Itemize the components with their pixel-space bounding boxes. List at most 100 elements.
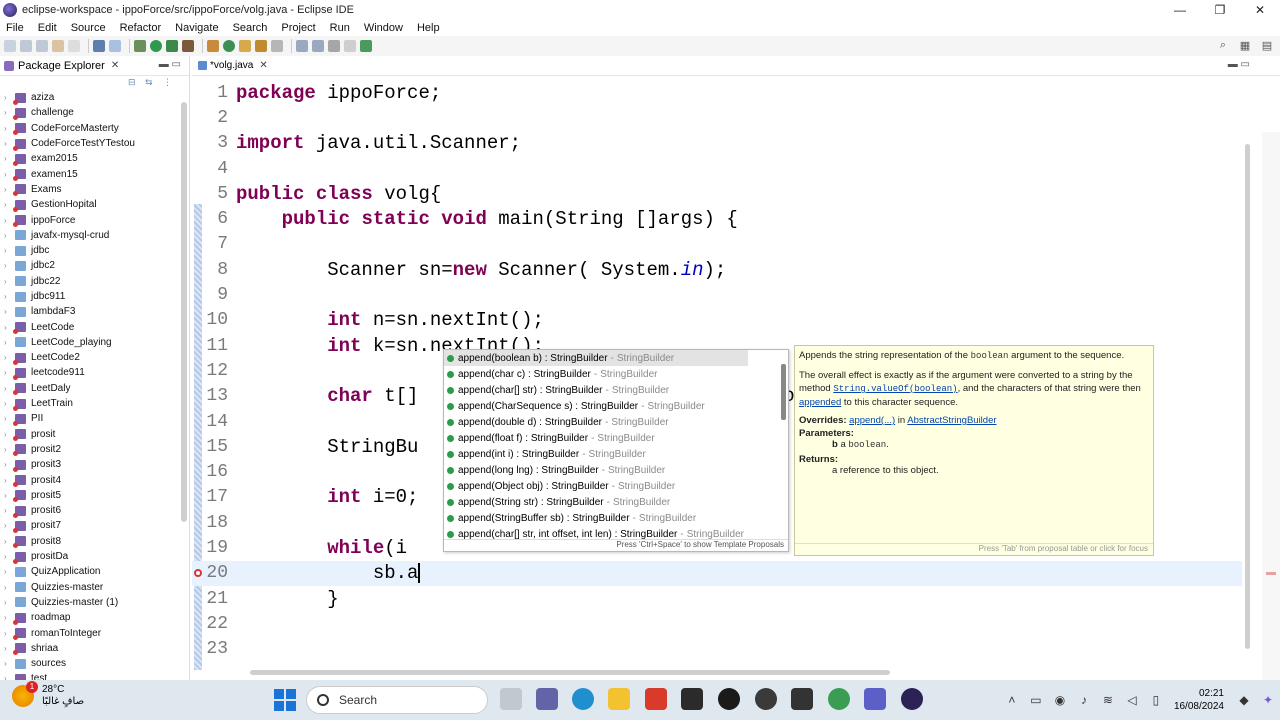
coverage-icon[interactable] — [166, 40, 178, 52]
expand-icon[interactable]: › — [4, 430, 12, 439]
expand-icon[interactable]: › — [4, 216, 12, 225]
error-marker[interactable] — [1266, 572, 1276, 575]
start-button[interactable] — [274, 689, 296, 711]
clock[interactable]: 02:21 16/08/2024 — [1174, 687, 1224, 713]
debug-icon[interactable] — [134, 40, 146, 52]
next-annotation-icon[interactable] — [296, 40, 308, 52]
terminal-app-icon[interactable] — [681, 688, 703, 710]
expand-icon[interactable]: › — [4, 613, 12, 622]
annotation-icon[interactable] — [271, 40, 283, 52]
expand-icon[interactable]: › — [4, 521, 12, 530]
redo-icon[interactable] — [68, 40, 80, 52]
tab-package-explorer[interactable]: Package Explorer ✕ — [4, 60, 119, 72]
code-line[interactable]: 7 — [192, 232, 1242, 257]
network-drive-icon[interactable]: ▭ — [1029, 693, 1043, 707]
project-item[interactable]: › leetcode911 — [4, 365, 189, 380]
minimize-maximize-icon[interactable]: ▬ ▭ — [159, 59, 181, 70]
expand-icon[interactable]: › — [4, 384, 12, 393]
doc-link-append[interactable]: append(...) — [849, 415, 895, 426]
project-item[interactable]: › jdbc2 — [4, 258, 189, 273]
menu-refactor[interactable]: Refactor — [120, 22, 162, 34]
expand-icon[interactable]: › — [4, 629, 12, 638]
task-view-icon[interactable] — [500, 688, 522, 710]
wps-office-icon[interactable] — [645, 688, 667, 710]
expand-icon[interactable]: › — [4, 460, 12, 469]
volume-icon[interactable]: ◁ — [1125, 693, 1139, 707]
back-icon[interactable] — [328, 40, 340, 52]
expand-icon[interactable]: › — [4, 231, 12, 240]
close-button[interactable]: ✕ — [1240, 0, 1280, 20]
search-icon[interactable]: ⌕ — [1216, 39, 1230, 53]
minimize-button[interactable]: — — [1160, 0, 1200, 20]
expand-icon[interactable]: › — [4, 261, 12, 270]
expand-icon[interactable]: › — [4, 491, 12, 500]
project-item[interactable]: › prosit7 — [4, 518, 189, 533]
expand-icon[interactable]: › — [4, 307, 12, 316]
file-explorer-icon[interactable] — [608, 688, 630, 710]
project-item[interactable]: › GestionHopital — [4, 197, 189, 212]
expand-icon[interactable]: › — [4, 644, 12, 653]
expand-icon[interactable]: › — [4, 598, 12, 607]
tab-volg-java[interactable]: *volg.java ✕ — [198, 60, 268, 71]
code-line[interactable]: 4 — [192, 156, 1242, 181]
project-item[interactable]: › jdbc911 — [4, 289, 189, 304]
project-item[interactable]: › javafx-mysql-crud — [4, 228, 189, 243]
code-line[interactable]: 3 import java.util.Scanner; — [192, 131, 1242, 156]
expand-icon[interactable]: › — [4, 506, 12, 515]
code-line[interactable]: 8 Scanner sn=new Scanner( System.in); — [192, 257, 1242, 282]
toggle-mark-icon[interactable] — [109, 40, 121, 52]
project-item[interactable]: › lambdaF3 — [4, 304, 189, 319]
taskbar-search[interactable]: Search — [306, 686, 488, 714]
close-icon[interactable]: ✕ — [111, 60, 119, 71]
javadoc-popup[interactable]: Appends the string representation of the… — [794, 345, 1154, 556]
proposal-item[interactable]: append(char c) : StringBuilder - StringBui… — [444, 366, 788, 382]
project-item[interactable]: › QuizApplication — [4, 564, 189, 579]
terminal-icon[interactable] — [93, 40, 105, 52]
run-icon[interactable] — [150, 40, 162, 52]
expand-icon[interactable]: › — [4, 552, 12, 561]
expand-icon[interactable]: › — [4, 537, 12, 546]
project-item[interactable]: › prosit — [4, 427, 189, 442]
expand-icon[interactable]: › — [4, 323, 12, 332]
java-perspective-icon[interactable]: ▤ — [1260, 39, 1274, 53]
expand-icon[interactable]: › — [4, 414, 12, 423]
minimize-maximize-icon[interactable]: ▬ ▭ — [1228, 59, 1250, 70]
save-icon[interactable] — [20, 40, 32, 52]
weather-widget[interactable]: 1 28°C صافٍ غالبًا — [12, 681, 84, 708]
expand-icon[interactable]: › — [4, 108, 12, 117]
notifications-icon[interactable]: ◆ — [1237, 693, 1251, 707]
expand-icon[interactable]: › — [4, 399, 12, 408]
battery-icon[interactable]: ▯ — [1149, 693, 1163, 707]
security-app-icon[interactable] — [718, 688, 740, 710]
chevron-up-icon[interactable]: ˄ — [1005, 693, 1019, 707]
doc-link-valueof[interactable]: String.valueOf(boolean) — [833, 384, 957, 394]
undo-icon[interactable] — [52, 40, 64, 52]
proposal-scrollbar[interactable] — [781, 364, 786, 420]
maximize-button[interactable]: ❐ — [1200, 0, 1240, 20]
project-item[interactable]: › prosit2 — [4, 442, 189, 457]
new-class-icon[interactable] — [223, 40, 235, 52]
project-item[interactable]: › prositDa — [4, 549, 189, 564]
pin-editor-icon[interactable] — [360, 40, 372, 52]
expand-icon[interactable]: › — [4, 170, 12, 179]
view-menu-icon[interactable]: ⋮ — [163, 77, 172, 88]
expand-icon[interactable]: › — [4, 353, 12, 362]
code-line[interactable]: 1 package ippoForce; — [192, 80, 1242, 105]
expand-icon[interactable]: › — [4, 200, 12, 209]
menu-project[interactable]: Project — [281, 22, 315, 34]
doc-link-appended[interactable]: appended — [799, 397, 841, 408]
external-tools-icon[interactable] — [182, 40, 194, 52]
project-item[interactable]: › LeetCode2 — [4, 350, 189, 365]
code-line[interactable]: 5 public class volg{ — [192, 181, 1242, 206]
open-type-icon[interactable] — [239, 40, 251, 52]
menu-file[interactable]: File — [6, 22, 24, 34]
menu-run[interactable]: Run — [330, 22, 350, 34]
project-item[interactable]: › LeetTrain — [4, 396, 189, 411]
project-item[interactable]: › jdbc — [4, 243, 189, 258]
menu-edit[interactable]: Edit — [38, 22, 57, 34]
copilot-icon[interactable]: ✦ — [1261, 693, 1275, 707]
microphone-icon[interactable]: ♪ — [1077, 693, 1091, 707]
project-item[interactable]: › LeetCode — [4, 319, 189, 335]
wifi-icon[interactable]: ≋ — [1101, 693, 1115, 707]
project-item[interactable]: › aziza — [4, 90, 189, 105]
